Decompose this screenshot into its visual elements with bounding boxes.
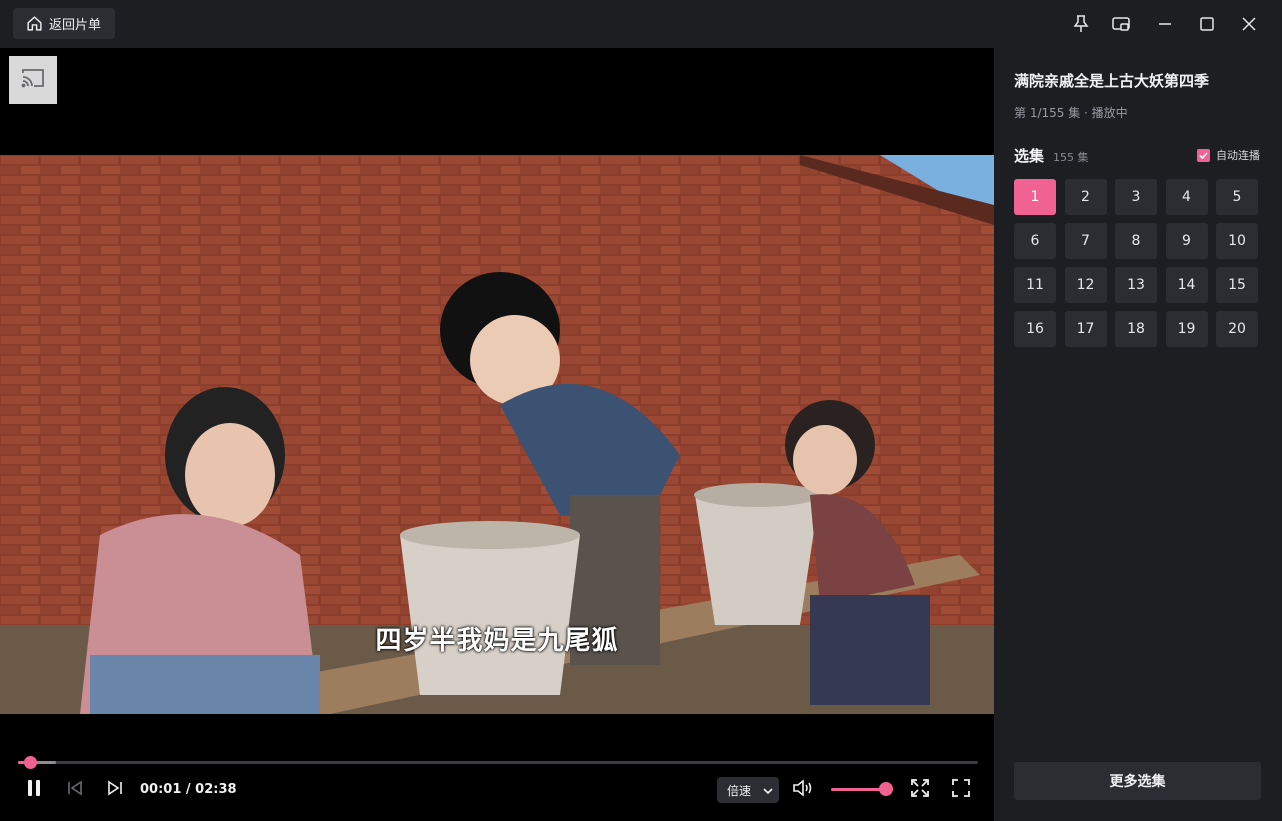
- episode-button-8[interactable]: 8: [1115, 223, 1157, 259]
- volume-slider[interactable]: [831, 788, 886, 791]
- episode-button-6[interactable]: 6: [1014, 223, 1056, 259]
- cast-icon: [20, 67, 46, 93]
- episode-button-12[interactable]: 12: [1064, 267, 1107, 303]
- pause-button[interactable]: [22, 778, 46, 802]
- episode-button-3[interactable]: 3: [1115, 179, 1157, 215]
- episode-grid: 1 2 3 4 5 6 7 8 9 10 11 12 13 14 15 16 17 18 19 20: [1014, 179, 1262, 347]
- episode-button-4[interactable]: 4: [1165, 179, 1208, 215]
- episode-button-2[interactable]: 2: [1064, 179, 1107, 215]
- next-episode-button[interactable]: [103, 778, 127, 802]
- autoplay-label: 自动连播: [1216, 149, 1260, 162]
- playback-speed-label: 倍速: [727, 783, 752, 798]
- episode-button-15[interactable]: 15: [1216, 267, 1258, 303]
- episodes-count: 155 集: [1053, 151, 1089, 164]
- skip-previous-icon: [67, 780, 83, 800]
- more-episodes-button[interactable]: 更多选集: [1014, 762, 1261, 800]
- pin-button[interactable]: [1067, 10, 1095, 38]
- skip-next-icon: [107, 780, 123, 800]
- chevron-down-icon: [763, 783, 773, 797]
- episode-button-9[interactable]: 9: [1165, 223, 1208, 259]
- web-fullscreen-button[interactable]: [908, 778, 932, 802]
- minimize-button[interactable]: [1151, 10, 1179, 38]
- autoplay-toggle[interactable]: 自动连播: [1197, 147, 1260, 163]
- video-subtitle: 四岁半我妈是九尾狐: [375, 626, 619, 656]
- video-player[interactable]: 四岁半我妈是九尾狐 00:01 / 02:38 倍速: [0, 48, 994, 821]
- episode-button-7[interactable]: 7: [1064, 223, 1107, 259]
- episode-button-11[interactable]: 11: [1014, 267, 1056, 303]
- autoplay-checkbox[interactable]: [1197, 148, 1210, 162]
- maximize-button[interactable]: [1193, 10, 1221, 38]
- episode-button-13[interactable]: 13: [1115, 267, 1157, 303]
- pause-icon: [27, 779, 41, 801]
- minimize-icon: [1158, 17, 1172, 31]
- volume-thumb[interactable]: [879, 782, 893, 796]
- playback-speed-select[interactable]: 倍速: [717, 777, 779, 803]
- episode-button-20[interactable]: 20: [1216, 311, 1258, 347]
- check-icon: [1199, 151, 1208, 159]
- playback-status: 第 1/155 集 · 播放中: [1014, 106, 1128, 120]
- episode-button-14[interactable]: 14: [1165, 267, 1208, 303]
- time-display: 00:01 / 02:38: [140, 782, 237, 797]
- expand-icon: [910, 778, 930, 802]
- episode-button-16[interactable]: 16: [1014, 311, 1056, 347]
- cast-button[interactable]: [9, 56, 57, 104]
- episode-button-17[interactable]: 17: [1064, 311, 1107, 347]
- title-bar: 返回片单: [0, 0, 1282, 48]
- show-title: 满院亲戚全是上古大妖第四季: [1014, 72, 1210, 90]
- episode-sidebar: 满院亲戚全是上古大妖第四季 第 1/155 集 · 播放中 选集 155 集 自…: [994, 48, 1282, 821]
- progress-bar[interactable]: [18, 756, 978, 769]
- episode-button-19[interactable]: 19: [1165, 311, 1208, 347]
- home-icon: [26, 15, 43, 32]
- episode-button-5[interactable]: 5: [1216, 179, 1258, 215]
- episode-button-1[interactable]: 1: [1014, 179, 1056, 215]
- episode-button-10[interactable]: 10: [1216, 223, 1258, 259]
- progress-thumb[interactable]: [24, 756, 38, 769]
- close-button[interactable]: [1235, 10, 1263, 38]
- picture-in-picture-icon: [1112, 16, 1130, 32]
- fullscreen-icon: [952, 779, 970, 801]
- maximize-icon: [1200, 17, 1214, 31]
- back-button-label: 返回片单: [49, 18, 102, 33]
- back-to-list-button[interactable]: 返回片单: [13, 8, 115, 39]
- volume-icon: [792, 779, 814, 801]
- pin-icon: [1073, 15, 1089, 33]
- picture-in-picture-button[interactable]: [1107, 10, 1135, 38]
- close-icon: [1242, 17, 1256, 31]
- previous-episode-button[interactable]: [63, 778, 87, 802]
- episodes-header: 选集: [1014, 147, 1045, 165]
- episode-button-18[interactable]: 18: [1115, 311, 1157, 347]
- volume-button[interactable]: [791, 778, 815, 802]
- fullscreen-button[interactable]: [949, 778, 973, 802]
